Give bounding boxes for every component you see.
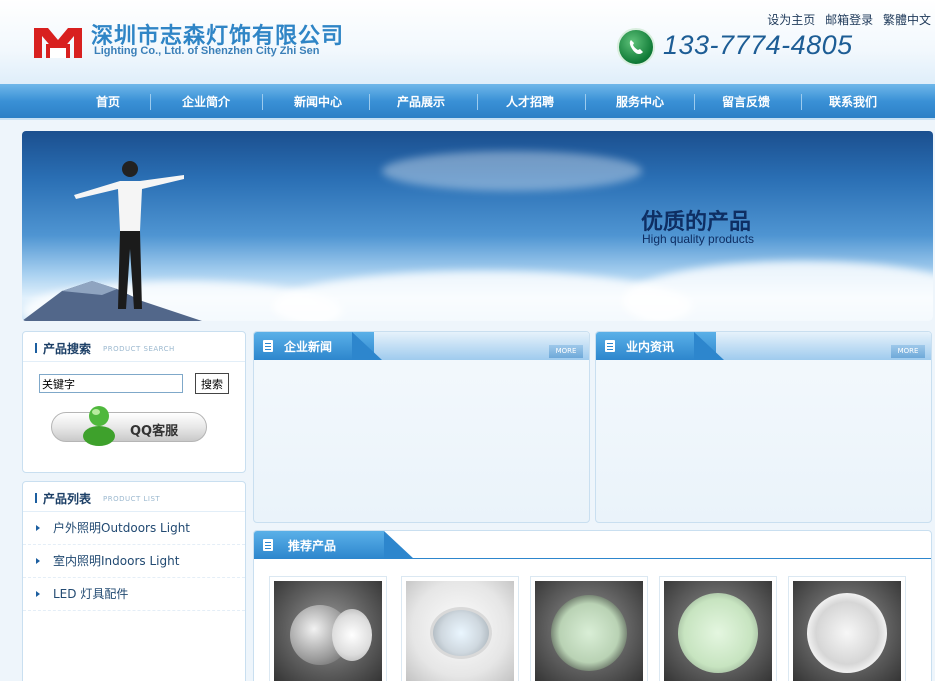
panel-header: 业内资讯 MORE [596, 332, 931, 360]
person-figure [74, 161, 184, 309]
product-image [274, 581, 382, 681]
product-list-header: 产品列表 PRODUCT LIST [23, 482, 245, 512]
lamp-shape [678, 593, 758, 673]
panel-tab-corner [352, 332, 382, 360]
cloud-shape [622, 261, 933, 321]
hero-banner: 优质的产品 High quality products [22, 131, 933, 321]
lamp-shape [551, 595, 627, 671]
lamp-shape [332, 609, 372, 661]
cloud-shape [382, 151, 642, 191]
panel-title: 企业新闻 [284, 340, 333, 354]
traditional-chinese-link[interactable]: 繁體中文 [883, 13, 931, 27]
category-label: LED 灯具配件 [53, 587, 129, 601]
qq-person-icon [83, 406, 115, 446]
nav-divider [477, 94, 478, 110]
banner-subtitle: High quality products [642, 232, 755, 246]
product-thumbnail[interactable] [788, 576, 906, 681]
phone-number: 133-7774-4805 [663, 30, 853, 60]
search-box-subtitle: PRODUCT SEARCH [103, 345, 175, 353]
panel-title: 业内资讯 [626, 340, 675, 354]
category-label: 户外照明Outdoors Light [53, 521, 191, 535]
nav-divider [262, 94, 263, 110]
nav-about[interactable]: 企业简介 [166, 84, 246, 120]
panel-tab-corner [694, 332, 724, 360]
document-icon [263, 539, 273, 551]
nav-service[interactable]: 服务中心 [600, 84, 680, 120]
set-homepage-link[interactable]: 设为主页 [767, 13, 815, 27]
nav-products[interactable]: 产品展示 [381, 84, 461, 120]
nav-divider [369, 94, 370, 110]
product-image [793, 581, 901, 681]
bullet-arrow-icon [36, 525, 40, 531]
main-nav: 首页 企业简介 新闻中心 产品展示 人才招聘 服务中心 留言反馈 联系我们 [0, 84, 935, 120]
bullet-arrow-icon [36, 558, 40, 564]
company-news-panel: 企业新闻 MORE [253, 331, 590, 523]
lamp-shape [807, 593, 887, 673]
recommended-title: 推荐产品 [288, 539, 337, 553]
product-category-indoor[interactable]: 室内照明Indoors Light [23, 545, 245, 578]
top-links: 设为主页 邮箱登录 繁體中文 [761, 11, 931, 28]
category-label: 室内照明Indoors Light [53, 554, 180, 568]
industry-news-panel: 业内资讯 MORE [595, 331, 932, 523]
nav-feedback[interactable]: 留言反馈 [706, 84, 786, 120]
company-name-en: Lighting Co., Ltd. of Shenzhen City Zhi … [94, 45, 320, 57]
phone-icon [617, 28, 655, 66]
nav-divider [150, 94, 151, 110]
site-header: 深圳市志森灯饰有限公司 Lighting Co., Ltd. of Shenzh… [0, 0, 935, 84]
panel-header: 企业新闻 MORE [254, 332, 589, 360]
header-bar-mark [35, 343, 37, 353]
bullet-arrow-icon [36, 591, 40, 597]
lamp-shape [430, 607, 492, 659]
nav-divider [694, 94, 695, 110]
product-list-title: 产品列表 [43, 492, 92, 506]
search-box-title: 产品搜索 [43, 342, 92, 356]
nav-home[interactable]: 首页 [78, 84, 138, 120]
header-bar-mark [35, 493, 37, 503]
product-category-led-parts[interactable]: LED 灯具配件 [23, 578, 245, 611]
search-box-header: 产品搜索 PRODUCT SEARCH [23, 332, 245, 362]
recommended-products: 推荐产品 [253, 530, 932, 681]
more-button[interactable]: MORE [891, 345, 925, 358]
qq-service-label: QQ客服 [130, 424, 179, 439]
product-image [664, 581, 772, 681]
nav-jobs[interactable]: 人才招聘 [490, 84, 570, 120]
keyword-input[interactable] [39, 374, 183, 393]
product-search-box: 产品搜索 PRODUCT SEARCH 搜索 QQ客服 [22, 331, 246, 473]
panel-tab-corner [384, 531, 414, 559]
more-button[interactable]: MORE [549, 345, 583, 358]
search-button[interactable]: 搜索 [195, 373, 229, 394]
product-list-subtitle: PRODUCT LIST [103, 495, 161, 503]
product-list-box: 产品列表 PRODUCT LIST 户外照明Outdoors Light 室内照… [22, 481, 246, 681]
product-image [535, 581, 643, 681]
product-category-outdoor[interactable]: 户外照明Outdoors Light [23, 512, 245, 545]
nav-divider [801, 94, 802, 110]
product-thumbnail[interactable] [530, 576, 648, 681]
product-thumbnail[interactable] [401, 576, 519, 681]
company-logo[interactable] [32, 24, 84, 60]
document-icon [263, 340, 273, 352]
product-thumbnail[interactable] [659, 576, 777, 681]
nav-contact[interactable]: 联系我们 [813, 84, 893, 120]
recommended-header: 推荐产品 [254, 531, 931, 559]
product-thumbnail[interactable] [269, 576, 387, 681]
mail-login-link[interactable]: 邮箱登录 [825, 13, 873, 27]
product-image [406, 581, 514, 681]
qq-service-button[interactable]: QQ客服 [51, 406, 207, 446]
document-icon [605, 340, 615, 352]
nav-news[interactable]: 新闻中心 [278, 84, 358, 120]
nav-divider [585, 94, 586, 110]
